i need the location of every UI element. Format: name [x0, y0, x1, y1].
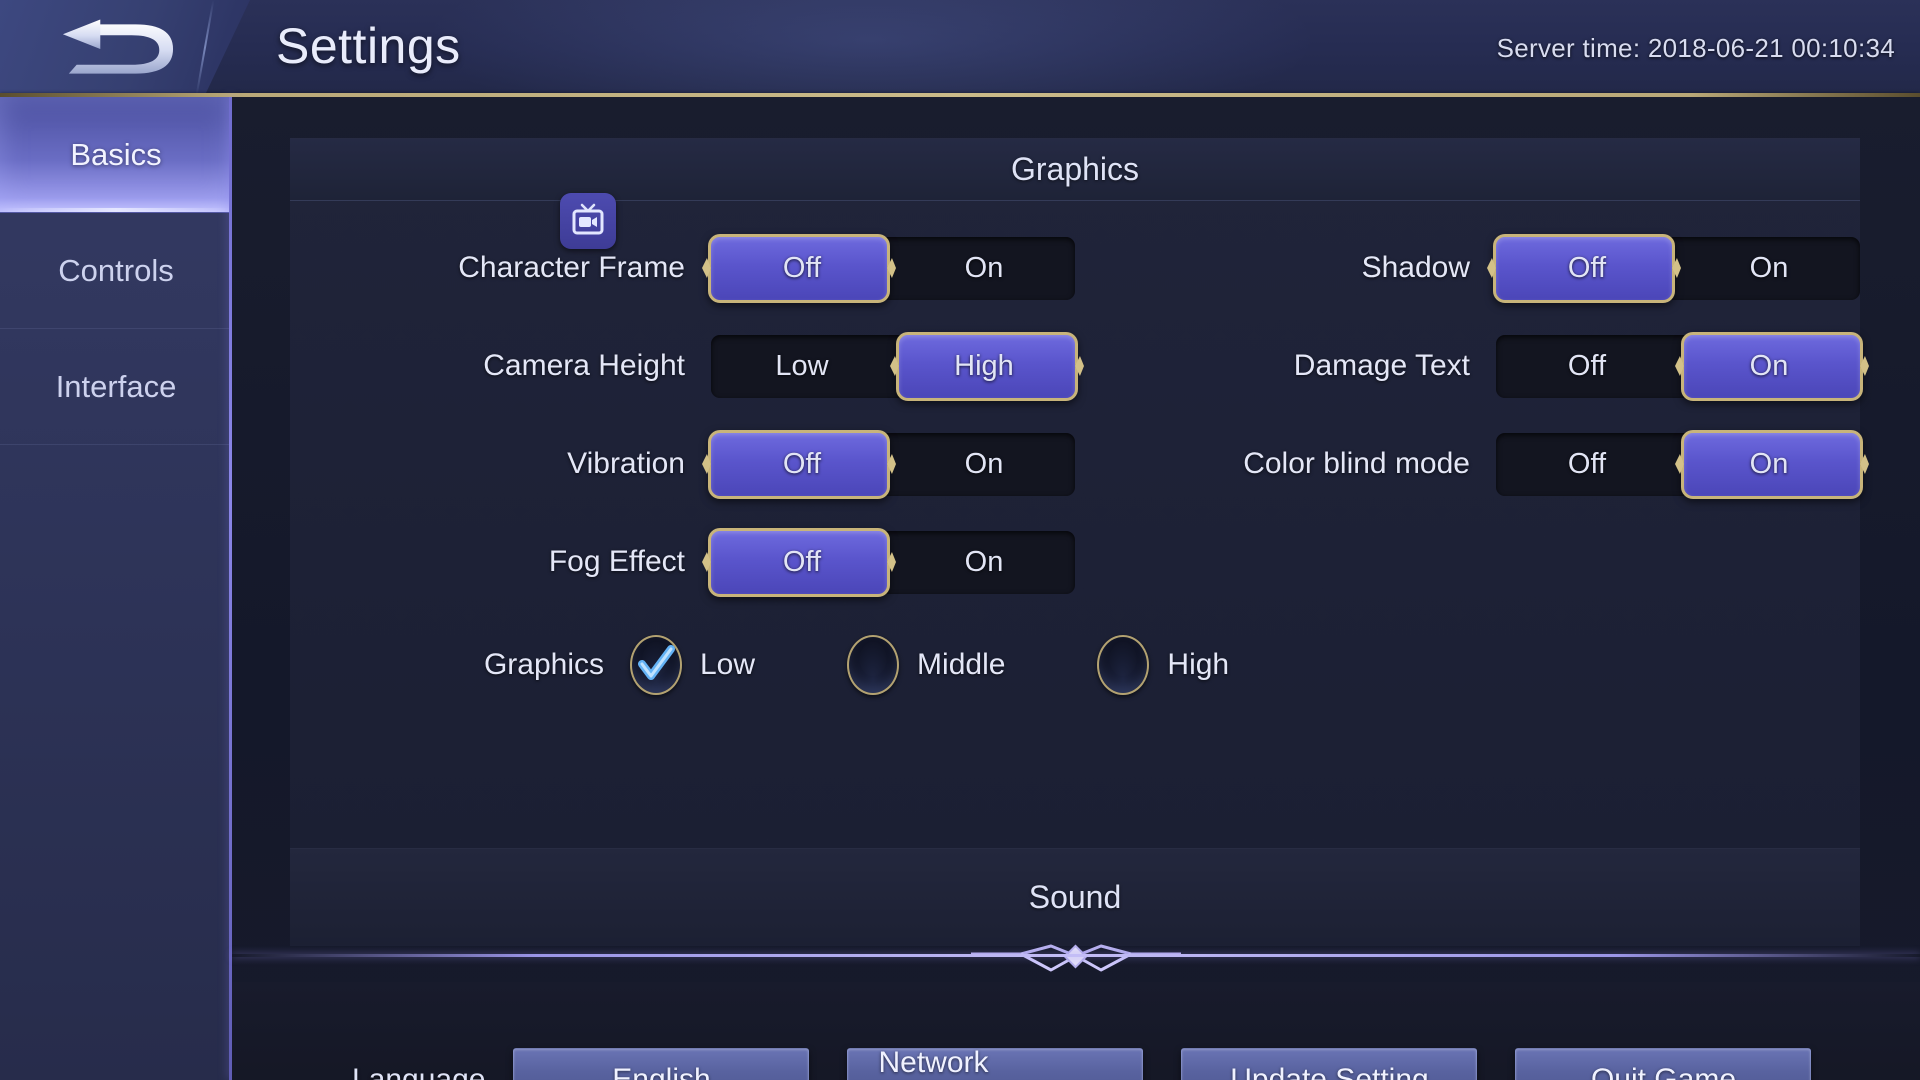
setting-label: Graphics — [483, 648, 604, 681]
language-label: Language — [352, 1062, 486, 1080]
toggle-option-on[interactable]: On — [1678, 237, 1860, 300]
damage-text-toggle[interactable]: Off On — [1496, 331, 1863, 401]
radio-circle-selected[interactable] — [630, 635, 682, 695]
back-arrow-icon — [62, 18, 174, 74]
fog-effect-toggle[interactable]: Off On — [708, 527, 1075, 597]
ornate-divider — [232, 942, 1920, 982]
setting-label: Shadow — [1361, 251, 1470, 284]
vibration-toggle[interactable]: Off On — [708, 429, 1075, 499]
update-setting-button[interactable]: Update Setting — [1181, 1048, 1478, 1080]
graphics-section-title: Graphics — [290, 139, 1860, 201]
sidebar-item-label: Interface — [55, 368, 177, 404]
sidebar-item-basics[interactable]: Basics — [0, 97, 232, 213]
radio-label: Middle — [917, 648, 1006, 681]
setting-label: Color blind mode — [1243, 447, 1470, 480]
sidebar: Basics Controls Interface — [0, 97, 232, 1080]
quit-game-button[interactable]: Quit Game — [1515, 1048, 1812, 1080]
toggle-option-off[interactable]: Off — [711, 237, 893, 300]
footer-bar: Language English Network Detection Updat… — [232, 982, 1920, 1080]
settings-grid: Character Frame Off On Shadow Off On Cam… — [290, 193, 1863, 719]
graphics-quality-option-low[interactable]: Low — [630, 635, 755, 695]
setting-label: Fog Effect — [548, 545, 685, 578]
setting-graphics-quality: Graphics Low Middle High — [290, 611, 1860, 719]
toggle-option-on[interactable]: On — [893, 237, 1075, 300]
toggle-option-off[interactable]: Off — [1496, 335, 1678, 398]
language-button[interactable]: English — [513, 1048, 810, 1080]
setting-damage-text: Damage Text Off On — [1075, 331, 1863, 401]
check-icon — [638, 645, 675, 680]
sound-section-title: Sound — [290, 848, 1860, 946]
toggle-option-on[interactable]: On — [1678, 433, 1860, 496]
shadow-toggle[interactable]: Off On — [1493, 233, 1860, 303]
setting-fog-effect: Fog Effect Off On — [290, 527, 1075, 597]
graphics-quality-option-high[interactable]: High — [1097, 635, 1229, 695]
sidebar-item-label: Controls — [58, 252, 174, 288]
setting-shadow: Shadow Off On — [1075, 233, 1860, 303]
settings-row: Character Frame Off On Shadow Off On — [290, 193, 1860, 317]
setting-label: Damage Text — [1293, 349, 1470, 382]
radio-circle[interactable] — [847, 635, 900, 695]
server-time: Server time: 2018-06-21 00:10:34 — [1496, 33, 1895, 63]
toggle-option-on[interactable]: On — [893, 531, 1075, 594]
toggle-option-low[interactable]: Low — [711, 335, 893, 398]
main-content: Graphics Character Frame Off On Shadow O… — [232, 97, 1920, 1080]
setting-color-blind-mode: Color blind mode Off On — [1075, 429, 1863, 499]
graphics-quality-option-middle[interactable]: Middle — [847, 635, 1005, 695]
character-frame-toggle[interactable]: Off On — [708, 233, 1075, 303]
settings-row: Vibration Off On Color blind mode Off On — [290, 415, 1863, 513]
toggle-option-high[interactable]: High — [893, 335, 1075, 398]
setting-camera-height: Camera Height Low High — [290, 331, 1078, 401]
page-title: Settings — [276, 18, 461, 74]
setting-label: Vibration — [567, 447, 685, 480]
toggle-option-off[interactable]: Off — [1496, 237, 1678, 300]
graphics-panel: Graphics Character Frame Off On Shadow O… — [290, 138, 1863, 848]
app-header: Settings Server time: 2018-06-21 00:10:3… — [0, 0, 1920, 97]
sidebar-item-label: Basics — [70, 136, 162, 172]
radio-circle[interactable] — [1097, 635, 1150, 695]
setting-label: Character Frame — [312, 193, 711, 285]
camera-height-toggle[interactable]: Low High — [711, 331, 1078, 401]
sidebar-item-interface[interactable]: Interface — [0, 329, 232, 445]
tv-camera-icon — [559, 193, 616, 249]
toggle-option-off[interactable]: Off — [711, 531, 893, 594]
setting-label: Camera Height — [483, 349, 685, 382]
setting-vibration: Vibration Off On — [290, 429, 1075, 499]
settings-row: Camera Height Low High Damage Text Off O… — [290, 317, 1863, 415]
divider-line — [232, 954, 1920, 957]
back-button[interactable] — [0, 0, 250, 95]
radio-label: High — [1167, 648, 1230, 681]
toggle-option-off[interactable]: Off — [1496, 433, 1678, 496]
toggle-option-on[interactable]: On — [893, 433, 1075, 496]
toggle-option-on[interactable]: On — [1678, 335, 1860, 398]
settings-row: Fog Effect Off On — [290, 513, 1860, 611]
radio-label: Low — [700, 648, 756, 681]
header-glow — [420, 0, 1320, 97]
setting-character-frame: Character Frame Off On — [290, 193, 1075, 303]
sidebar-item-controls[interactable]: Controls — [0, 213, 232, 329]
color-blind-mode-toggle[interactable]: Off On — [1496, 429, 1863, 499]
divider-ornament-icon — [971, 944, 1181, 972]
network-detection-button[interactable]: Network Detection — [847, 1046, 1144, 1080]
toggle-option-off[interactable]: Off — [711, 433, 893, 496]
